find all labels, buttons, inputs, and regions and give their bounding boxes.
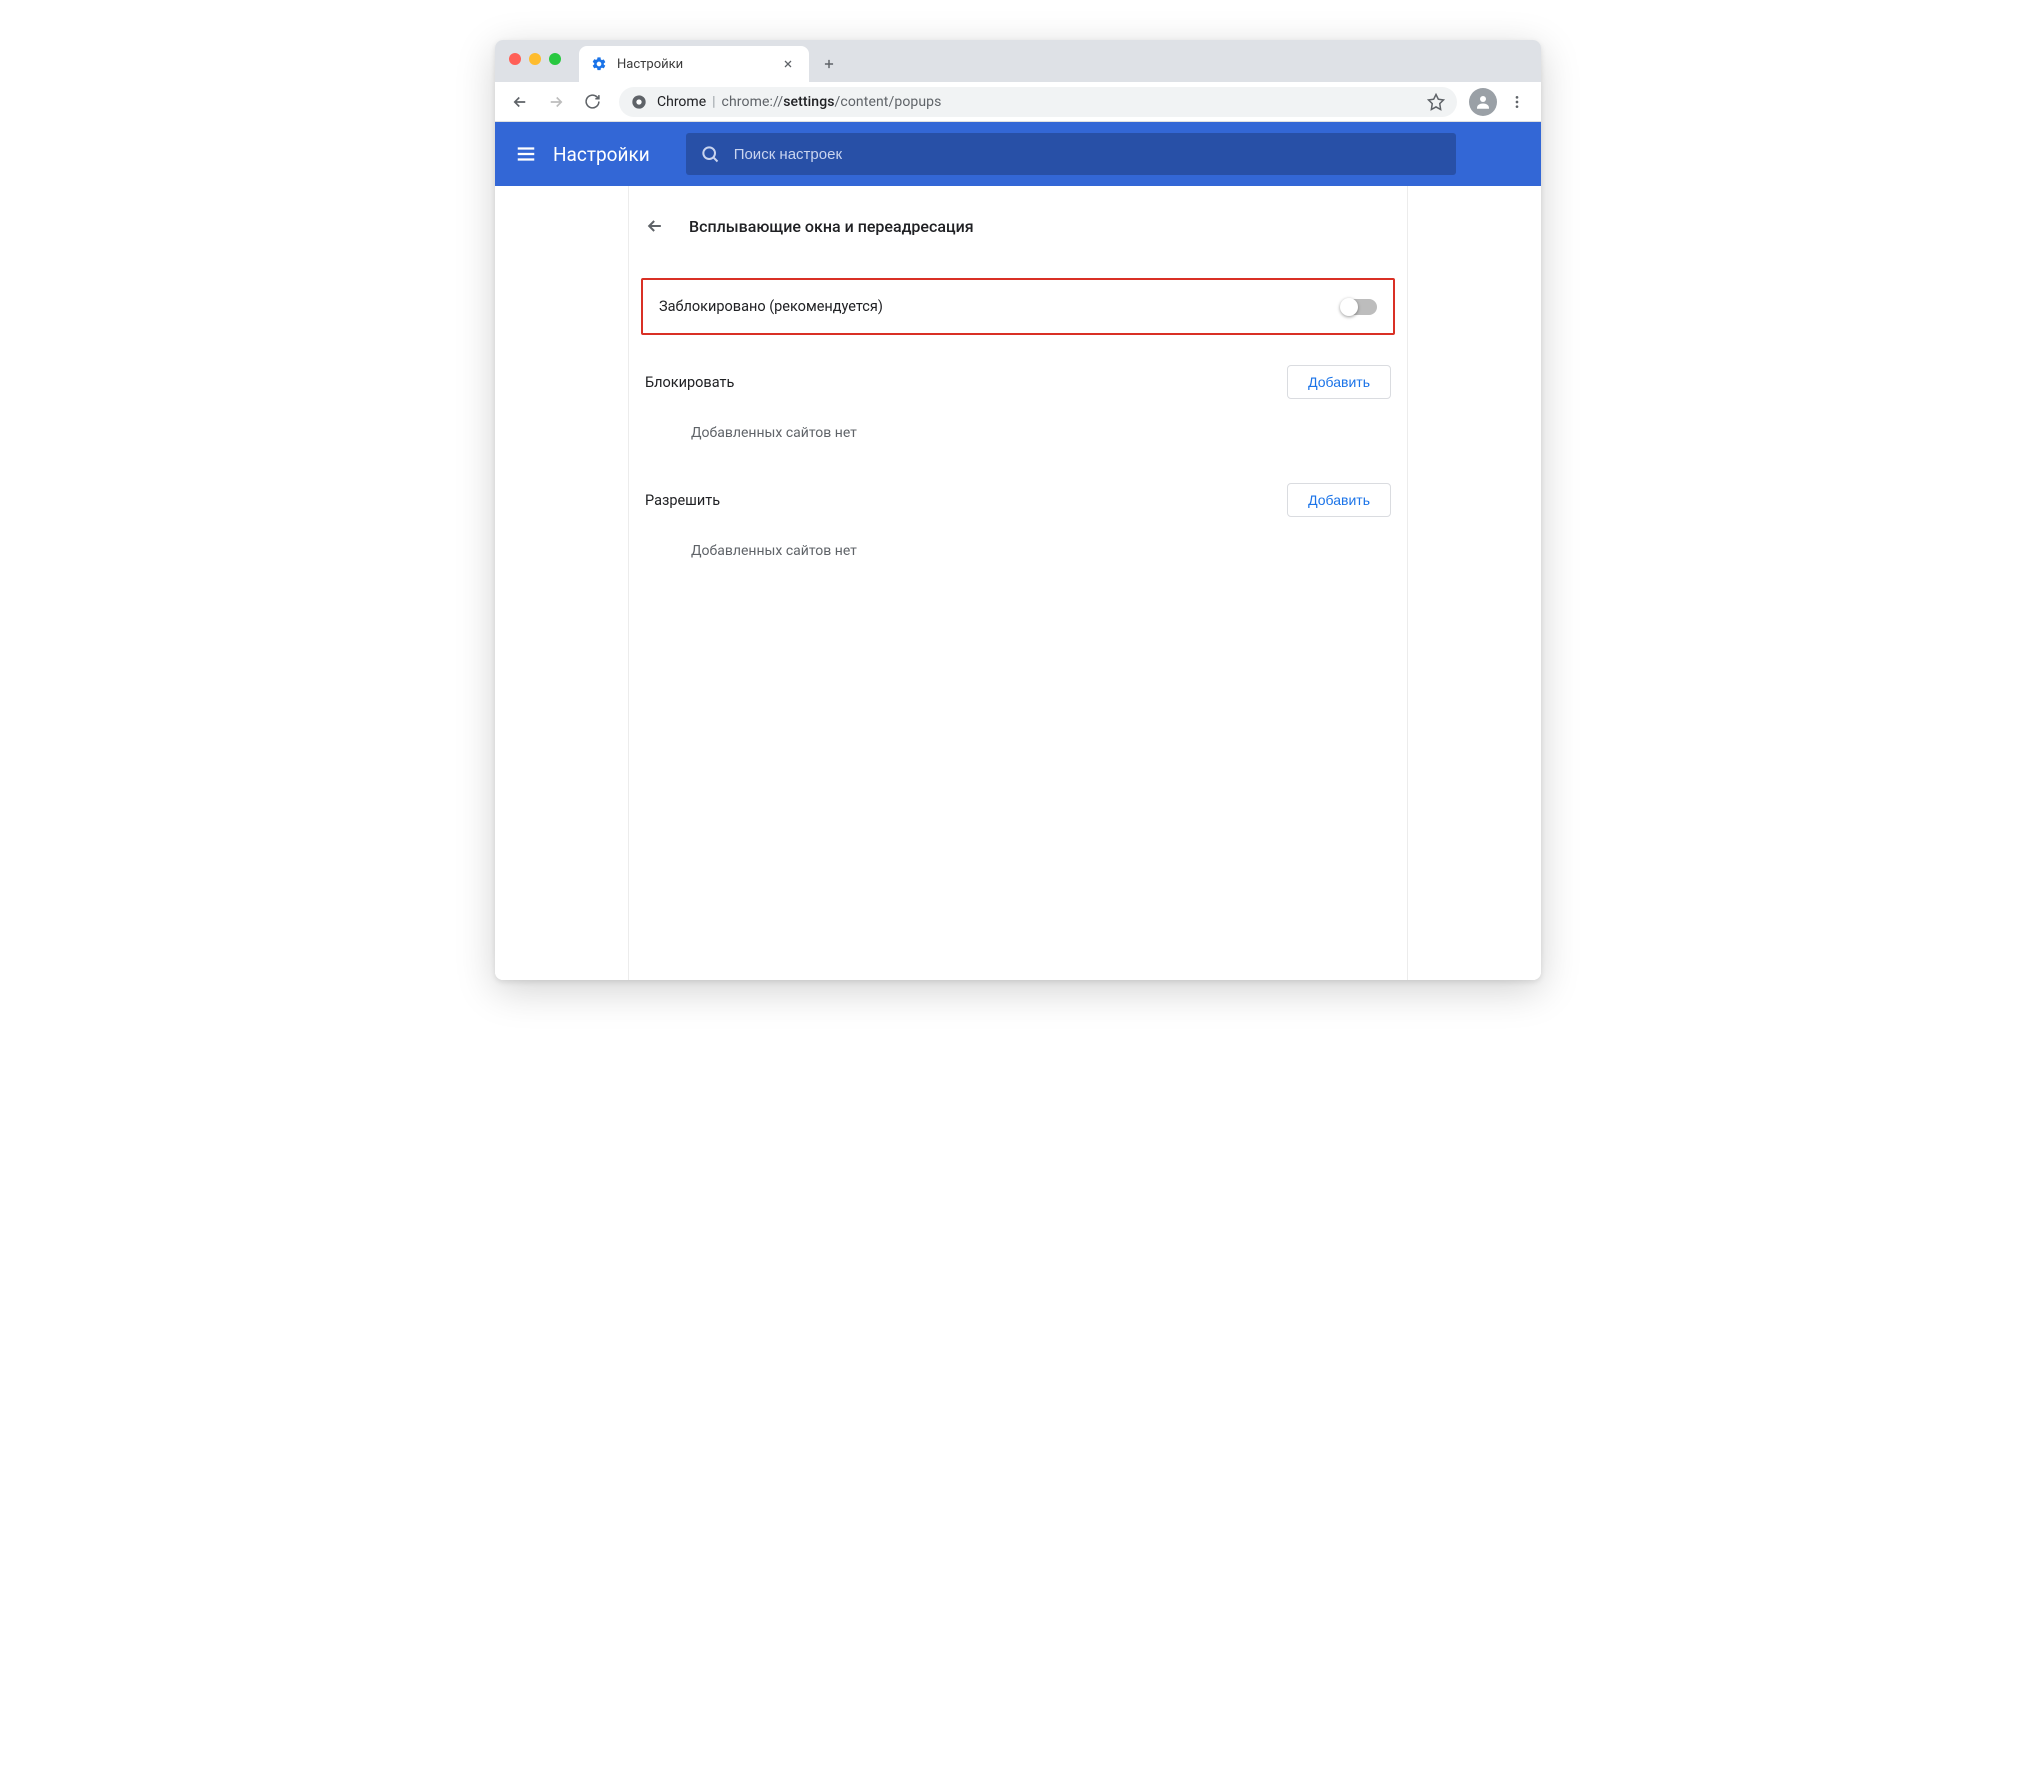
window-maximize-button[interactable]	[549, 53, 561, 65]
allow-add-button[interactable]: Добавить	[1287, 483, 1391, 517]
content-column: Всплывающие окна и переадресация Заблоки…	[628, 186, 1408, 980]
new-tab-button[interactable]	[815, 50, 843, 78]
hamburger-menu-icon[interactable]	[515, 143, 537, 165]
url-text: Chrome | chrome://settings/content/popup…	[657, 94, 1417, 110]
settings-title: Настройки	[553, 143, 650, 166]
block-section-title: Блокировать	[645, 374, 734, 391]
window-minimize-button[interactable]	[529, 53, 541, 65]
page-header: Всплывающие окна и переадресация	[629, 194, 1407, 258]
toggle-label: Заблокировано (рекомендуется)	[659, 298, 883, 315]
search-icon	[700, 144, 720, 164]
gear-icon	[591, 56, 607, 72]
browser-tab[interactable]: Настройки	[579, 46, 809, 82]
block-section-header: Блокировать Добавить	[641, 351, 1395, 405]
kebab-menu-icon[interactable]	[1503, 88, 1531, 116]
bookmark-star-icon[interactable]	[1427, 93, 1445, 111]
browser-toolbar: Chrome | chrome://settings/content/popup…	[495, 82, 1541, 122]
allow-section-title: Разрешить	[645, 492, 720, 509]
window-controls	[509, 53, 561, 65]
nav-forward-button[interactable]	[541, 87, 571, 117]
chrome-icon	[631, 94, 647, 110]
toggle-knob	[1340, 298, 1358, 316]
browser-window: Настройки Chrome | chrome://setting	[495, 40, 1541, 980]
allow-section-header: Разрешить Добавить	[641, 469, 1395, 523]
reload-button[interactable]	[577, 87, 607, 117]
settings-search-input[interactable]	[734, 146, 1442, 163]
block-add-button[interactable]: Добавить	[1287, 365, 1391, 399]
address-bar[interactable]: Chrome | chrome://settings/content/popup…	[619, 87, 1457, 117]
back-arrow-button[interactable]	[641, 212, 669, 240]
page-title: Всплывающие окна и переадресация	[689, 217, 974, 236]
allow-empty-text: Добавленных сайтов нет	[641, 523, 1395, 587]
settings-header: Настройки	[495, 122, 1541, 186]
blocked-toggle[interactable]	[1341, 299, 1377, 315]
profile-avatar[interactable]	[1469, 88, 1497, 116]
tab-title: Настройки	[617, 57, 769, 72]
close-icon[interactable]	[779, 55, 797, 73]
settings-card: Заблокировано (рекомендуется) Блокироват…	[629, 258, 1407, 601]
blocked-toggle-row: Заблокировано (рекомендуется)	[641, 278, 1395, 335]
tab-strip: Настройки	[495, 40, 1541, 82]
block-empty-text: Добавленных сайтов нет	[641, 405, 1395, 469]
window-close-button[interactable]	[509, 53, 521, 65]
nav-back-button[interactable]	[505, 87, 535, 117]
content-area: Всплывающие окна и переадресация Заблоки…	[495, 186, 1541, 980]
settings-search[interactable]	[686, 133, 1456, 175]
